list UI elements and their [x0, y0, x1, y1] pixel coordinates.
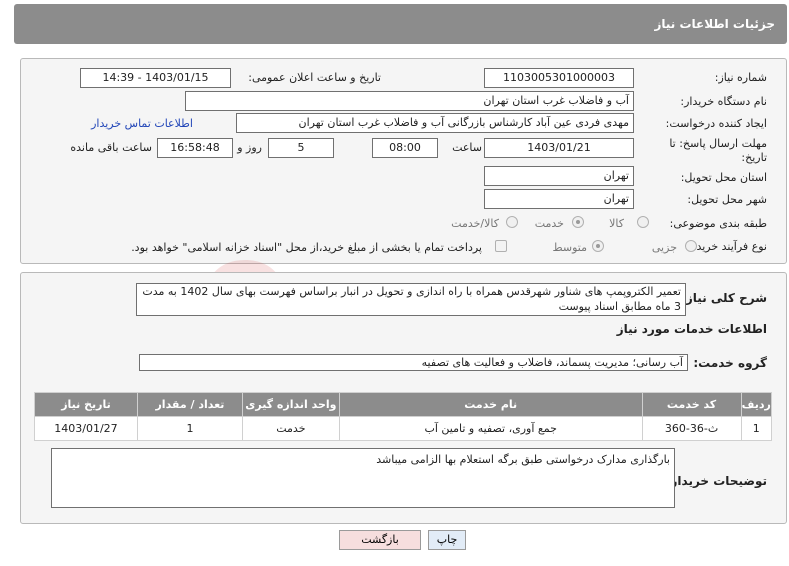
buyer-org-label: نام دستگاه خریدار:	[680, 95, 767, 108]
cell-unit: خدمت	[241, 416, 340, 441]
province-label: استان محل تحویل:	[680, 171, 767, 184]
buyer-notes-field: بارگذاری مدارک درخواستی طبق برگه استعلام…	[51, 448, 675, 508]
announce-datetime-label: تاریخ و ساعت اعلان عمومی:	[248, 71, 381, 84]
deadline-label: مهلت ارسال پاسخ: تا تاریخ:	[669, 137, 767, 164]
col-need-date: تاریخ نیاز	[34, 392, 138, 417]
services-table: ردیف کد خدمت نام خدمت واحد اندازه گیری ت…	[34, 392, 773, 441]
need-number-label: شماره نیاز:	[714, 71, 767, 84]
process-partial-radio[interactable]	[685, 240, 697, 252]
deadline-date-field: 1403/01/21	[484, 138, 634, 158]
description-label: شرح کلی نیاز:	[681, 291, 767, 305]
province-field: تهران	[484, 166, 634, 186]
col-quantity: تعداد / مقدار	[136, 392, 243, 417]
page-header: جزئیات اطلاعات نیاز	[14, 4, 787, 44]
remaining-time-field: 16:58:48	[157, 138, 233, 158]
buyer-org-field: آب و فاضلاب غرب استان تهران	[185, 91, 634, 111]
col-service-name: نام خدمت	[338, 392, 643, 417]
process-medium-label: متوسط	[552, 241, 587, 254]
category-label: طبقه بندی موضوعی:	[669, 217, 767, 230]
service-group-field: آب رسانی؛ مدیریت پسماند، فاضلاب و فعالیت…	[139, 354, 688, 371]
category-service-radio[interactable]	[572, 216, 584, 228]
buyer-notes-label: توضیحات خریدار:	[665, 474, 767, 488]
print-button[interactable]: چاپ	[428, 530, 466, 550]
city-label: شهر محل تحویل:	[687, 193, 767, 206]
table-header-row: ردیف کد خدمت نام خدمت واحد اندازه گیری ت…	[34, 392, 773, 417]
contact-buyer-link[interactable]: اطلاعات تماس خریدار	[91, 117, 193, 130]
col-service-code: کد خدمت	[641, 392, 742, 417]
category-goods-radio[interactable]	[637, 216, 649, 228]
col-row-number: ردیف	[740, 392, 773, 417]
table-row: 1 ث-36-360 جمع آوری، تصفیه و تامین آب خد…	[34, 416, 773, 441]
cell-service-name: جمع آوری، تصفیه و تامین آب	[338, 416, 643, 441]
need-number-field: 1103005301000003	[484, 68, 634, 88]
creator-label: ایجاد کننده درخواست:	[665, 117, 767, 130]
category-goods-service-radio[interactable]	[506, 216, 518, 228]
cell-need-date: 1403/01/27	[34, 416, 138, 441]
cell-service-code: ث-36-360	[641, 416, 742, 441]
remaining-label: ساعت باقی مانده	[70, 141, 152, 154]
category-service-label: خدمت	[534, 217, 564, 230]
services-info-heading: اطلاعات خدمات مورد نیاز	[616, 322, 767, 336]
creator-field: مهدی فردی عین آباد کارشناس بازرگانی آب و…	[236, 113, 634, 133]
process-type-label: نوع فرآیند خرید :	[689, 240, 767, 253]
announce-datetime-field: 1403/01/15 - 14:39	[80, 68, 231, 88]
treasury-note: پرداخت تمام یا بخشی از مبلغ خرید،از محل …	[131, 241, 482, 254]
col-unit: واحد اندازه گیری	[241, 392, 340, 417]
category-goods-label: کالا	[609, 217, 624, 230]
city-field: تهران	[484, 189, 634, 209]
process-partial-label: جزیی	[651, 241, 677, 254]
cell-row-number: 1	[740, 416, 773, 441]
deadline-time-label: ساعت	[452, 141, 482, 154]
service-group-label: گروه خدمت:	[693, 356, 767, 370]
cell-quantity: 1	[136, 416, 243, 441]
category-goods-service-label: کالا/خدمت	[451, 217, 499, 230]
days-label: روز و	[237, 141, 262, 154]
back-button[interactable]: بازگشت	[339, 530, 421, 550]
deadline-time-field: 08:00	[372, 138, 438, 158]
description-field: تعمیر الکتروپمپ های شناور شهرقدس همراه ب…	[136, 283, 686, 316]
page-title: جزئیات اطلاعات نیاز	[654, 17, 775, 31]
days-field: 5	[268, 138, 334, 158]
treasury-checkbox[interactable]	[495, 240, 507, 252]
process-medium-radio[interactable]	[592, 240, 604, 252]
